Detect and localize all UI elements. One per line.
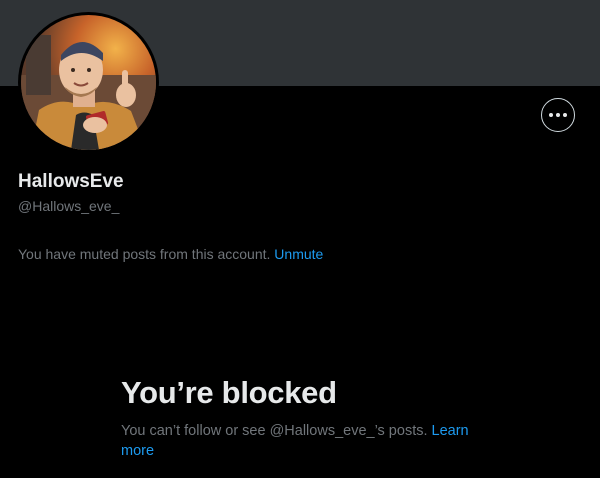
more-options-button[interactable]	[541, 98, 575, 132]
blocked-description: You can’t follow or see @Hallows_eve_’s …	[121, 421, 491, 461]
blocked-title: You’re blocked	[121, 375, 337, 410]
muted-notice-text: You have muted posts from this account.	[18, 246, 271, 262]
avatar-image	[21, 15, 156, 150]
display-name: HallowsEve	[18, 171, 124, 192]
more-horizontal-icon	[549, 113, 567, 117]
unmute-link[interactable]: Unmute	[274, 246, 323, 262]
user-handle: @Hallows_eve_	[18, 198, 120, 214]
blocked-description-text: You can’t follow or see @Hallows_eve_’s …	[121, 423, 428, 439]
muted-notice: You have muted posts from this account. …	[18, 246, 323, 262]
avatar[interactable]	[18, 12, 159, 153]
